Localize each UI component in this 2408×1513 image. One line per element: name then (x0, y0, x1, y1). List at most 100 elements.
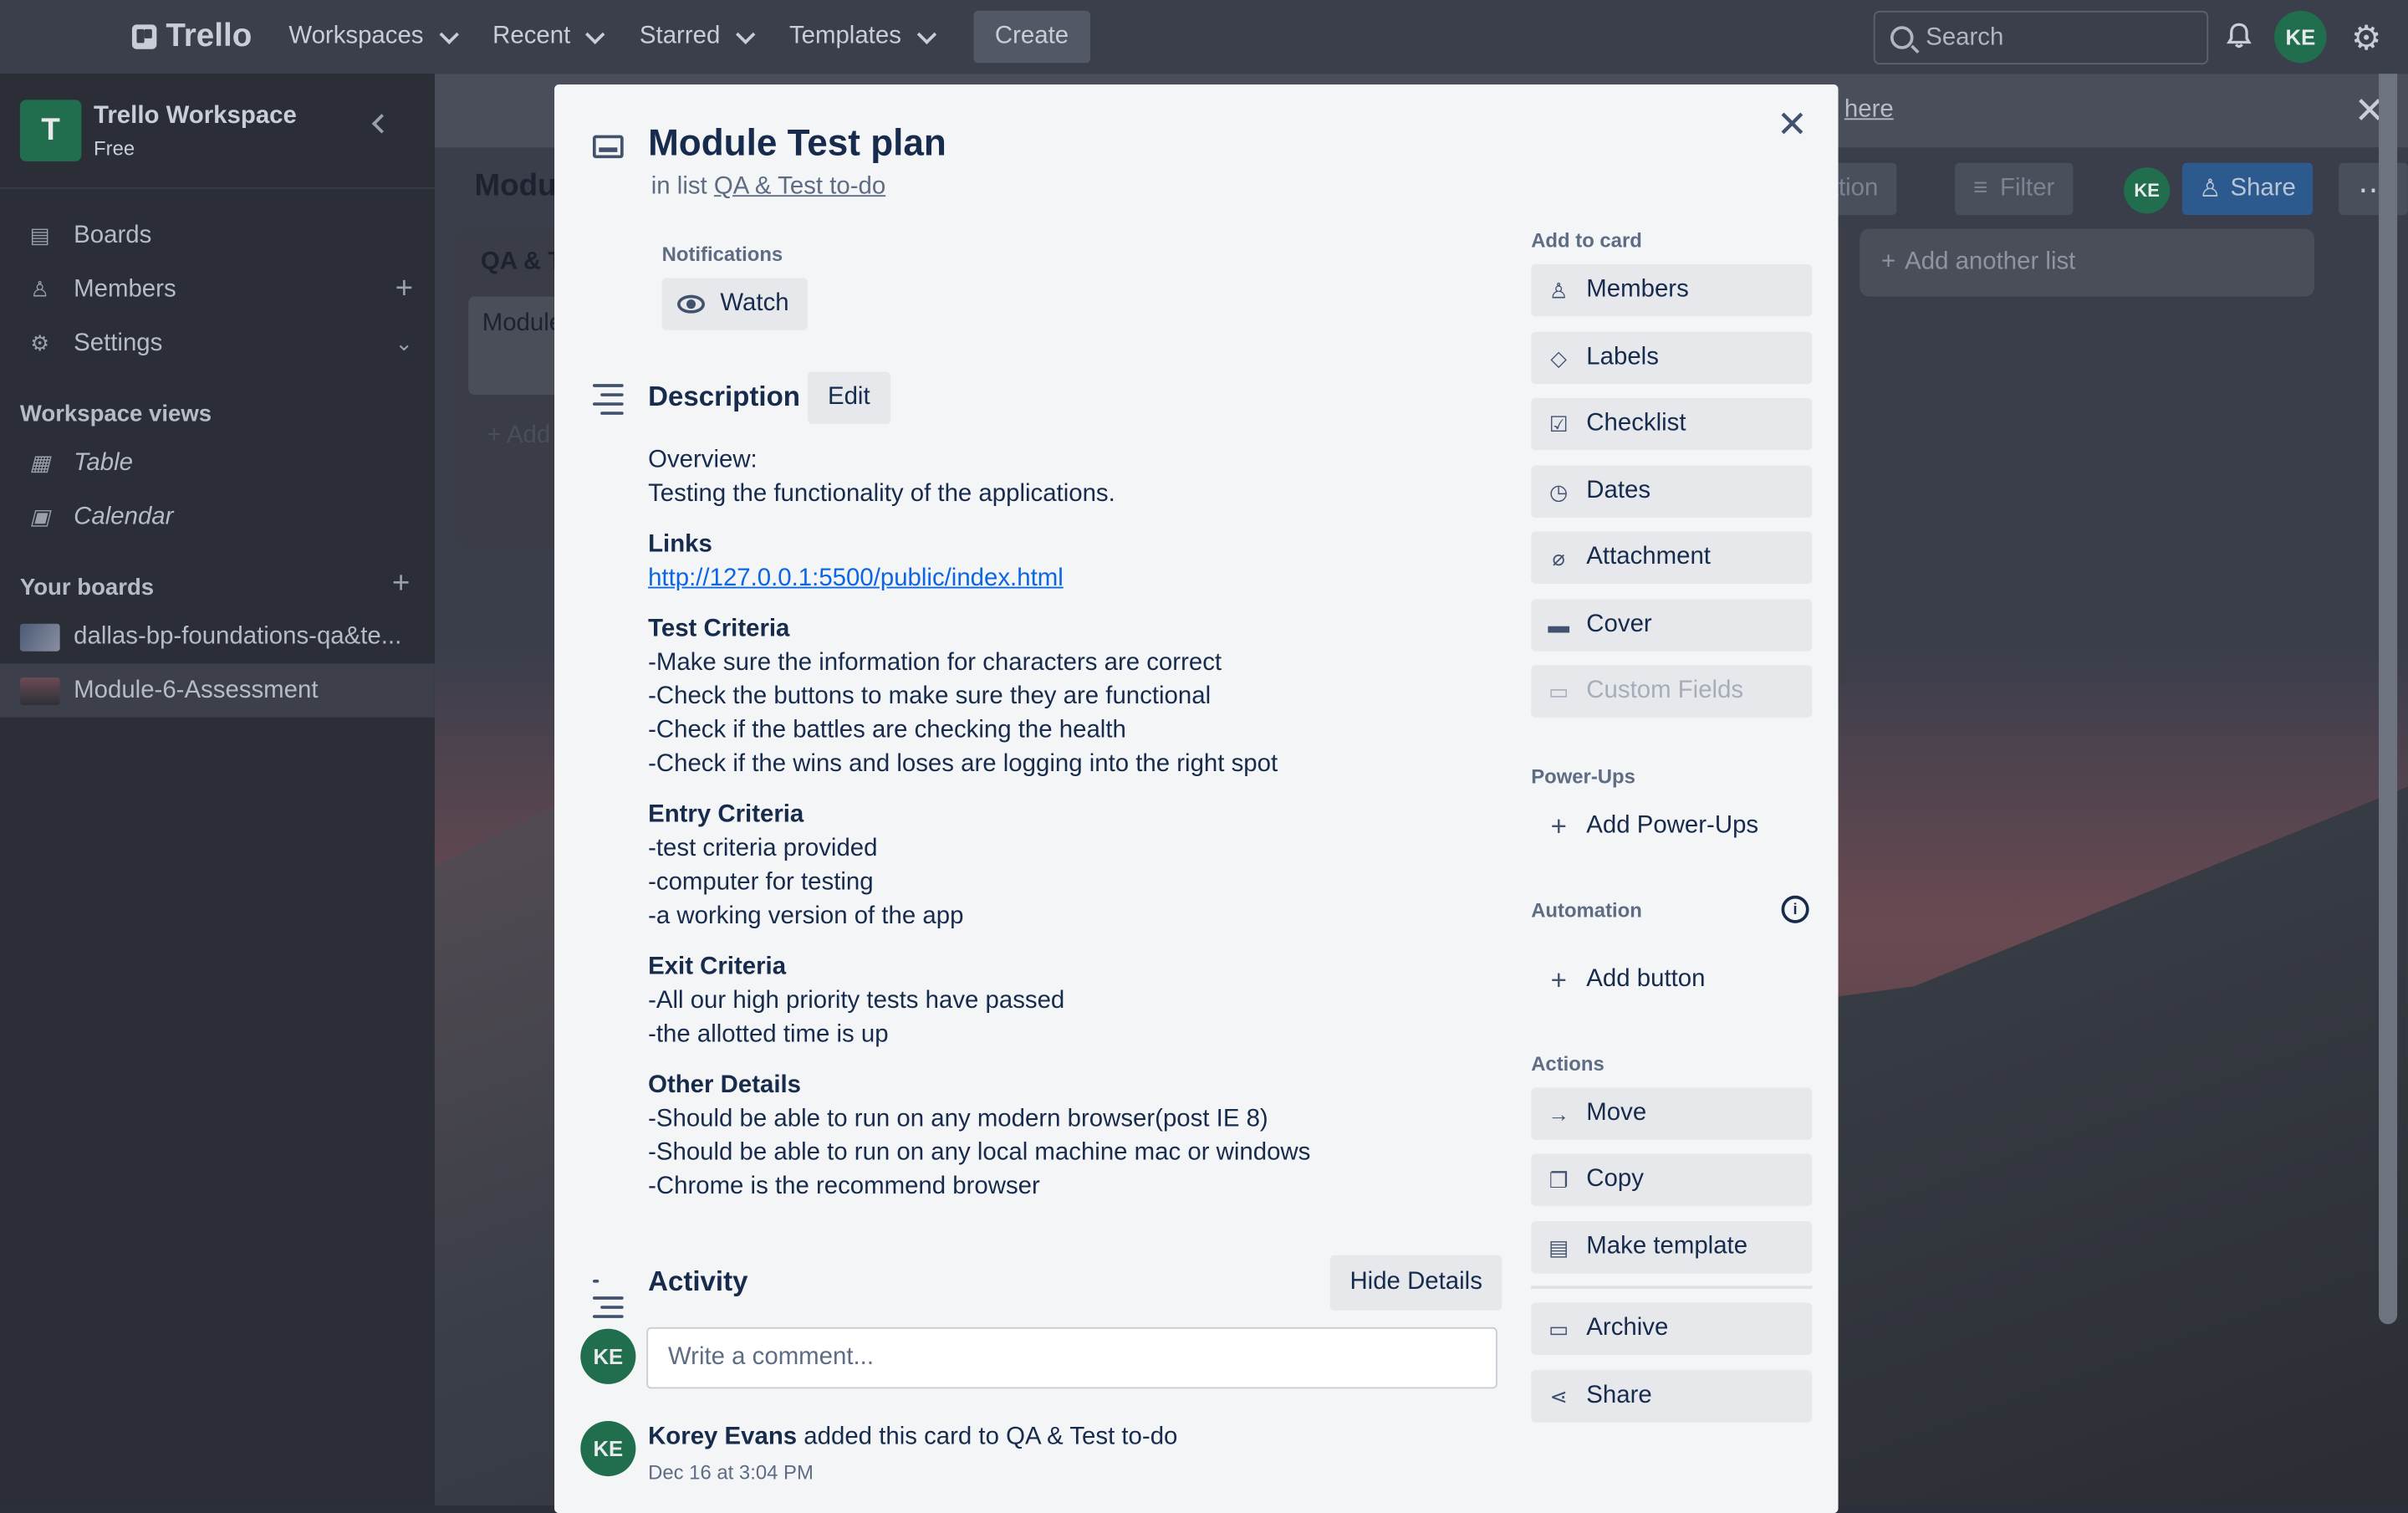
banner-link[interactable]: here (1844, 97, 1894, 125)
nav-recent-label: Recent (492, 23, 571, 49)
sidebar-item-members[interactable]: ♙ Members + (0, 263, 435, 316)
board-menu-icon[interactable]: ⋯ (2339, 162, 2408, 216)
overview-text: Testing the functionality of the applica… (648, 480, 1115, 508)
chevron-down-icon (585, 23, 606, 44)
other-details-item: -Chrome is the recommend browser (648, 1173, 1040, 1200)
copy-icon: ❐ (1548, 1166, 1569, 1192)
description-heading: Description (648, 381, 800, 412)
trello-logo[interactable]: Trello (131, 18, 252, 55)
list-card-title: Module (482, 310, 564, 337)
board-share-label: Share (2230, 175, 2296, 202)
actions-heading: Actions (1531, 1052, 1604, 1076)
workspace-header: T Trello Workspace Free (0, 74, 435, 189)
copy-button[interactable]: ❐ Copy (1531, 1153, 1813, 1206)
activity-user[interactable]: Korey Evans (648, 1424, 797, 1450)
sidebar-item-table[interactable]: ▦ Table (0, 437, 435, 490)
attachment-button[interactable]: ⌀ Attachment (1531, 531, 1813, 584)
test-criteria-item: -Check if the wins and loses are logging… (648, 751, 1278, 778)
filter-label: Filter (2000, 175, 2055, 202)
add-member-icon[interactable]: + (395, 272, 413, 307)
calendar-icon: ▣ (29, 503, 50, 529)
card-list-reference: in list QA & Test to-do (651, 174, 885, 202)
add-board-icon[interactable]: + (392, 567, 410, 602)
comment-input[interactable]: Write a comment... (646, 1326, 1497, 1389)
share-button[interactable]: ⋖ Share (1531, 1370, 1813, 1423)
person-icon: ♙ (1548, 277, 1569, 302)
nav-starred[interactable]: Starred (640, 23, 756, 51)
list-title[interactable]: QA & T (481, 249, 563, 277)
user-avatar[interactable]: KE (2274, 10, 2327, 64)
make-template-button[interactable]: ▤ Make template (1531, 1221, 1813, 1274)
create-button[interactable]: Create (973, 10, 1090, 64)
labels-button[interactable]: ◇ Labels (1531, 331, 1813, 385)
labels-label: Labels (1586, 344, 1659, 371)
chevron-down-icon (916, 23, 936, 44)
add-power-ups-button[interactable]: + Add Power-Ups (1531, 800, 1812, 852)
other-details-item: -Should be able to run on any modern bro… (648, 1106, 1268, 1132)
hide-details-button[interactable]: Hide Details (1329, 1255, 1502, 1311)
search-icon (1890, 26, 1914, 49)
workspace-views-heading: Workspace views (19, 401, 212, 427)
avatar[interactable]: KE (580, 1420, 636, 1477)
description-link[interactable]: http://127.0.0.1:5500/public/index.html (648, 565, 1064, 591)
filter-button[interactable]: ≡ Filter (1955, 162, 2074, 216)
add-automation-button[interactable]: + Add button (1531, 954, 1812, 1006)
board-thumbnail (19, 622, 60, 651)
sidebar-item-label: Calendar (74, 503, 174, 529)
arrow-right-icon: → (1548, 1101, 1570, 1127)
sidebar-board-item[interactable]: Module-6-Assessment (0, 663, 435, 718)
notifications-bell-icon[interactable] (2225, 22, 2252, 49)
nav-recent[interactable]: Recent (492, 23, 606, 51)
person-icon: ♙ (30, 276, 50, 301)
workspace-badge: T (19, 100, 82, 161)
sidebar-board-item[interactable]: dallas-bp-foundations-qa&te... (0, 610, 435, 663)
sidebar-item-calendar[interactable]: ▣ Calendar (0, 490, 435, 544)
nav-workspaces[interactable]: Workspaces (288, 23, 459, 51)
cover-button[interactable]: ▬ Cover (1531, 599, 1813, 652)
add-to-card-heading: Add to card (1531, 228, 1642, 253)
checklist-label: Checklist (1586, 410, 1686, 437)
members-button[interactable]: ♙ Members (1531, 263, 1813, 317)
custom-fields-button[interactable]: ▭ Custom Fields (1531, 665, 1813, 718)
test-criteria-item: -Check if the battles are checking the h… (648, 717, 1126, 744)
eye-icon (676, 294, 706, 314)
exit-criteria-heading: Exit Criteria (648, 953, 787, 980)
plus-icon: + (1550, 964, 1567, 995)
info-icon[interactable]: i (1781, 895, 1809, 923)
archive-button[interactable]: ▭ Archive (1531, 1302, 1813, 1355)
nav-templates[interactable]: Templates (788, 23, 936, 51)
nav-templates-label: Templates (788, 23, 901, 49)
collapse-sidebar-icon[interactable] (371, 114, 392, 134)
board-share-button[interactable]: ♙ Share (2181, 162, 2314, 216)
chevron-down-icon[interactable]: ⌄ (395, 330, 414, 356)
close-icon[interactable]: ✕ (1777, 103, 1808, 147)
move-button[interactable]: → Move (1531, 1087, 1813, 1140)
dates-button[interactable]: ◷ Dates (1531, 465, 1813, 518)
add-card-button[interactable]: + Add (487, 422, 550, 450)
add-list-button[interactable]: + Add another list (1860, 228, 2314, 297)
plus-icon: + (1880, 248, 1896, 275)
edit-description-button[interactable]: Edit (808, 371, 890, 424)
activity-timestamp[interactable]: Dec 16 at 3:04 PM (648, 1461, 814, 1485)
board-member-avatar[interactable]: KE (2124, 167, 2171, 214)
sidebar-item-boards[interactable]: ▤ Boards (0, 209, 435, 263)
board-title[interactable]: Modul (475, 169, 565, 204)
sidebar-item-settings[interactable]: ⚙ Settings ⌄ (0, 316, 435, 370)
card-title[interactable]: Module Test plan (648, 123, 946, 166)
activity-heading: Activity (648, 1265, 748, 1297)
search-input[interactable]: Search (1873, 10, 2209, 65)
watch-button[interactable]: Watch (661, 278, 808, 330)
page-scrollbar[interactable] (2379, 64, 2398, 1325)
archive-label: Archive (1586, 1315, 1669, 1342)
checklist-button[interactable]: ☑ Checklist (1531, 397, 1813, 451)
exit-criteria-item: -the allotted time is up (648, 1021, 889, 1048)
settings-gear-icon[interactable]: ⚙ (2351, 18, 2381, 59)
workspace-name[interactable]: Trello Workspace (94, 102, 297, 130)
comment-placeholder: Write a comment... (667, 1344, 875, 1371)
description-body[interactable]: Overview: Testing the functionality of t… (648, 444, 1508, 1221)
move-label: Move (1586, 1100, 1647, 1127)
list-link[interactable]: QA & Test to-do (714, 174, 885, 200)
entry-criteria-item: -computer for testing (648, 869, 874, 896)
overview-label: Overview: (648, 447, 758, 473)
entry-criteria-heading: Entry Criteria (648, 801, 804, 828)
